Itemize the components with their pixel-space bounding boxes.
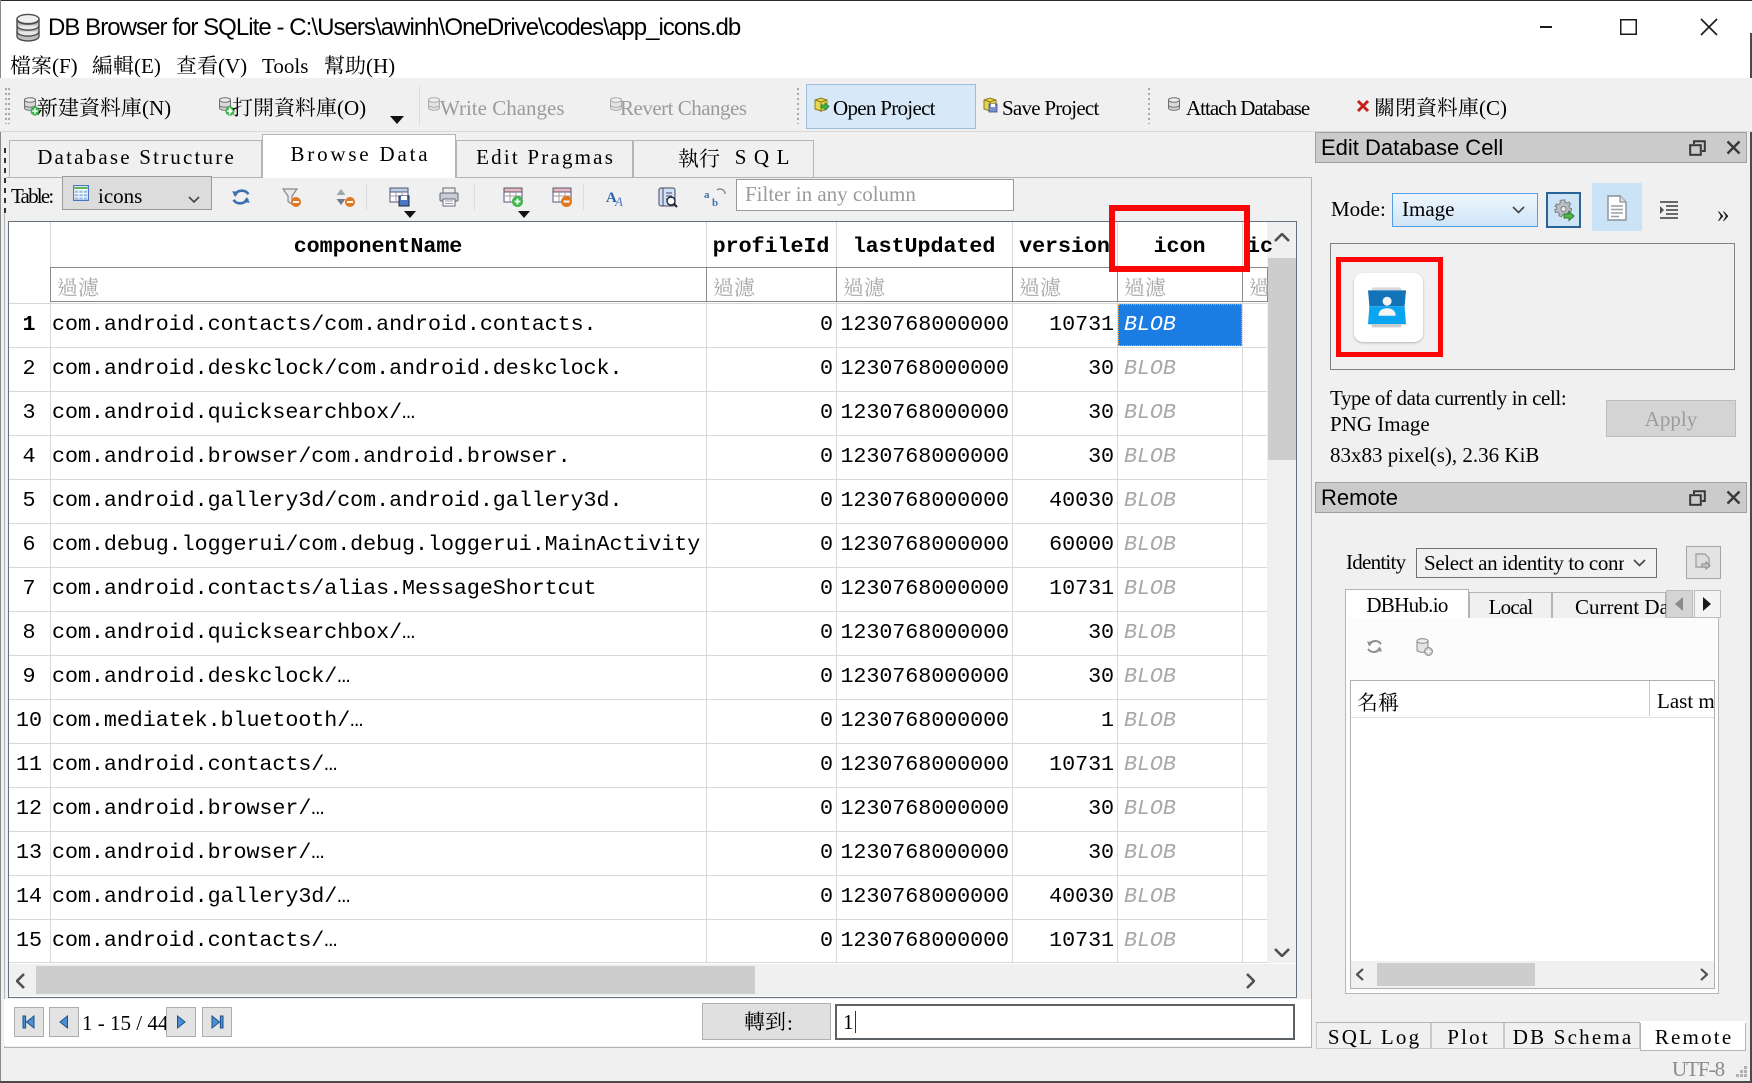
svg-text:b: b xyxy=(712,197,718,208)
svg-text:A: A xyxy=(614,194,623,208)
svg-text:a: a xyxy=(704,189,710,201)
